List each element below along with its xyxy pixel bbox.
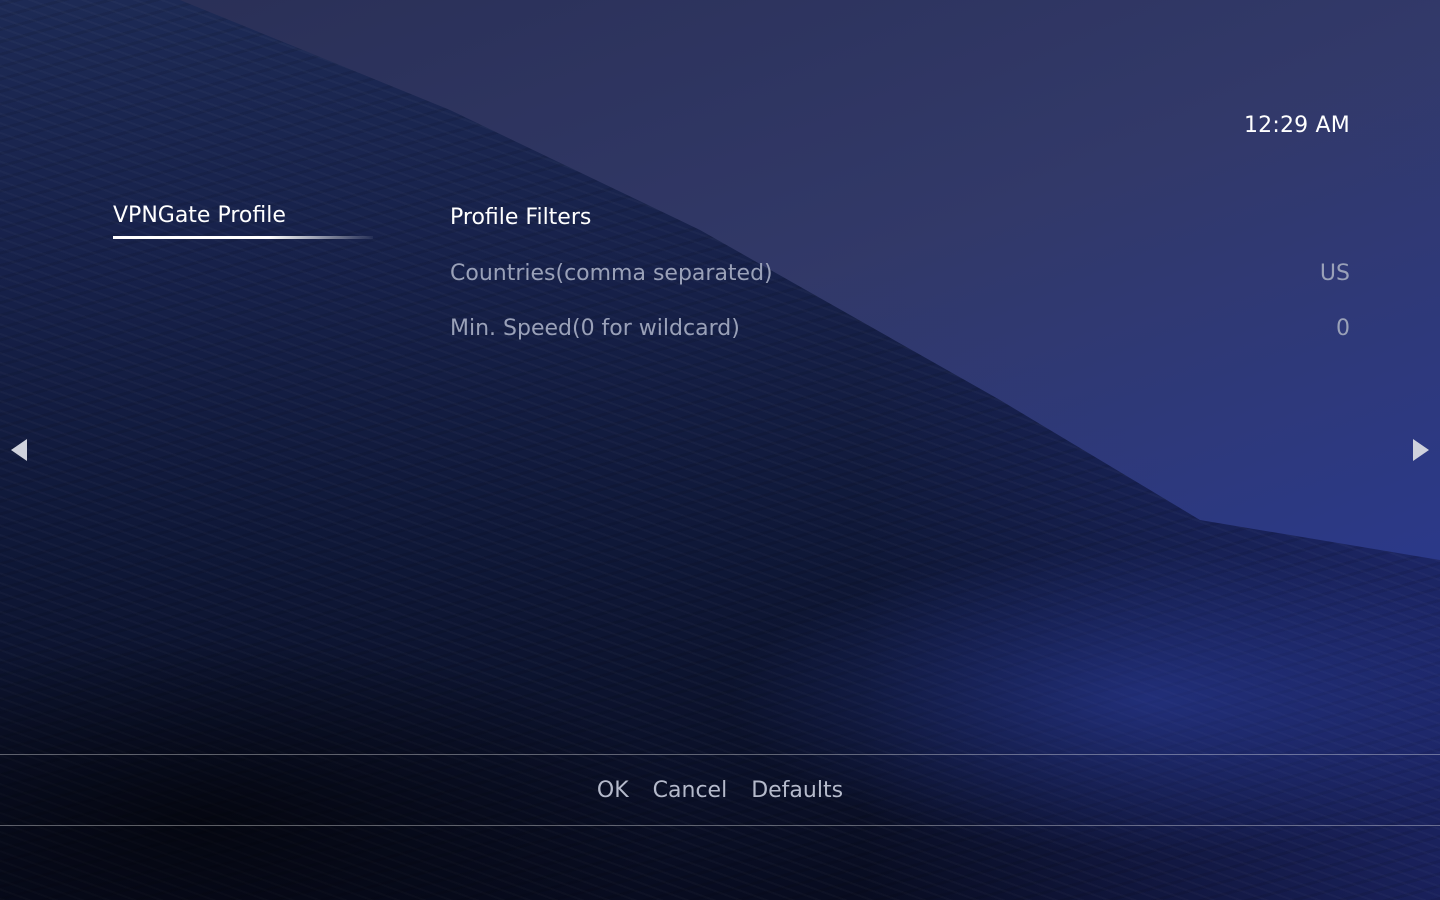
category-label: VPNGate Profile (113, 203, 286, 228)
setting-countries[interactable]: Countries(comma separated) US (450, 258, 1350, 288)
cancel-button[interactable]: Cancel (653, 778, 728, 803)
settings-screen: 12:29 AM VPNGate Profile Profile Filters… (0, 0, 1440, 900)
category-selected-underline (113, 236, 373, 239)
arrow-left-icon[interactable] (11, 439, 27, 461)
ok-button[interactable]: OK (597, 778, 629, 803)
setting-countries-label: Countries(comma separated) (450, 260, 773, 286)
setting-min-speed[interactable]: Min. Speed(0 for wildcard) 0 (450, 313, 1350, 343)
settings-panel: Profile Filters Countries(comma separate… (450, 203, 1350, 343)
clock: 12:29 AM (1243, 113, 1350, 138)
category-vpngate-profile[interactable]: VPNGate Profile (113, 203, 373, 239)
setting-min-speed-label: Min. Speed(0 for wildcard) (450, 315, 740, 341)
arrow-right-icon[interactable] (1413, 439, 1429, 461)
defaults-button[interactable]: Defaults (751, 778, 843, 803)
setting-countries-value: US (1319, 260, 1350, 286)
button-bar: OK Cancel Defaults (0, 754, 1440, 826)
setting-min-speed-value: 0 (1336, 315, 1350, 341)
section-title: Profile Filters (450, 205, 592, 230)
